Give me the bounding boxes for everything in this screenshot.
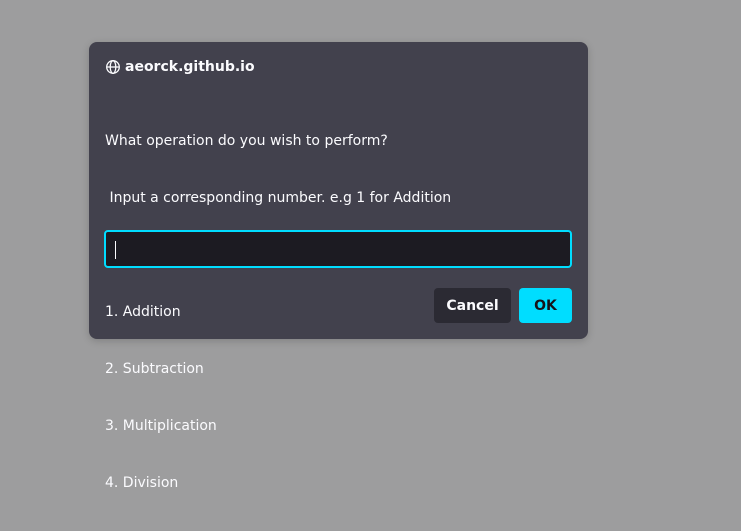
origin-text: aeorck.github.io xyxy=(125,59,255,75)
cancel-button[interactable]: Cancel xyxy=(434,288,511,323)
globe-icon xyxy=(105,59,121,75)
ok-button[interactable]: OK xyxy=(519,288,572,323)
message-line: 4. Division xyxy=(105,475,179,491)
message-line: 2. Subtraction xyxy=(105,361,204,377)
prompt-input[interactable] xyxy=(104,230,572,268)
text-caret xyxy=(115,241,116,259)
message-line: Input a corresponding number. e.g 1 for … xyxy=(105,190,452,206)
prompt-dialog: aeorck.github.io What operation do you w… xyxy=(89,42,588,491)
dialog-origin: aeorck.github.io xyxy=(105,58,255,76)
message-line: What operation do you wish to perform? xyxy=(105,133,388,149)
